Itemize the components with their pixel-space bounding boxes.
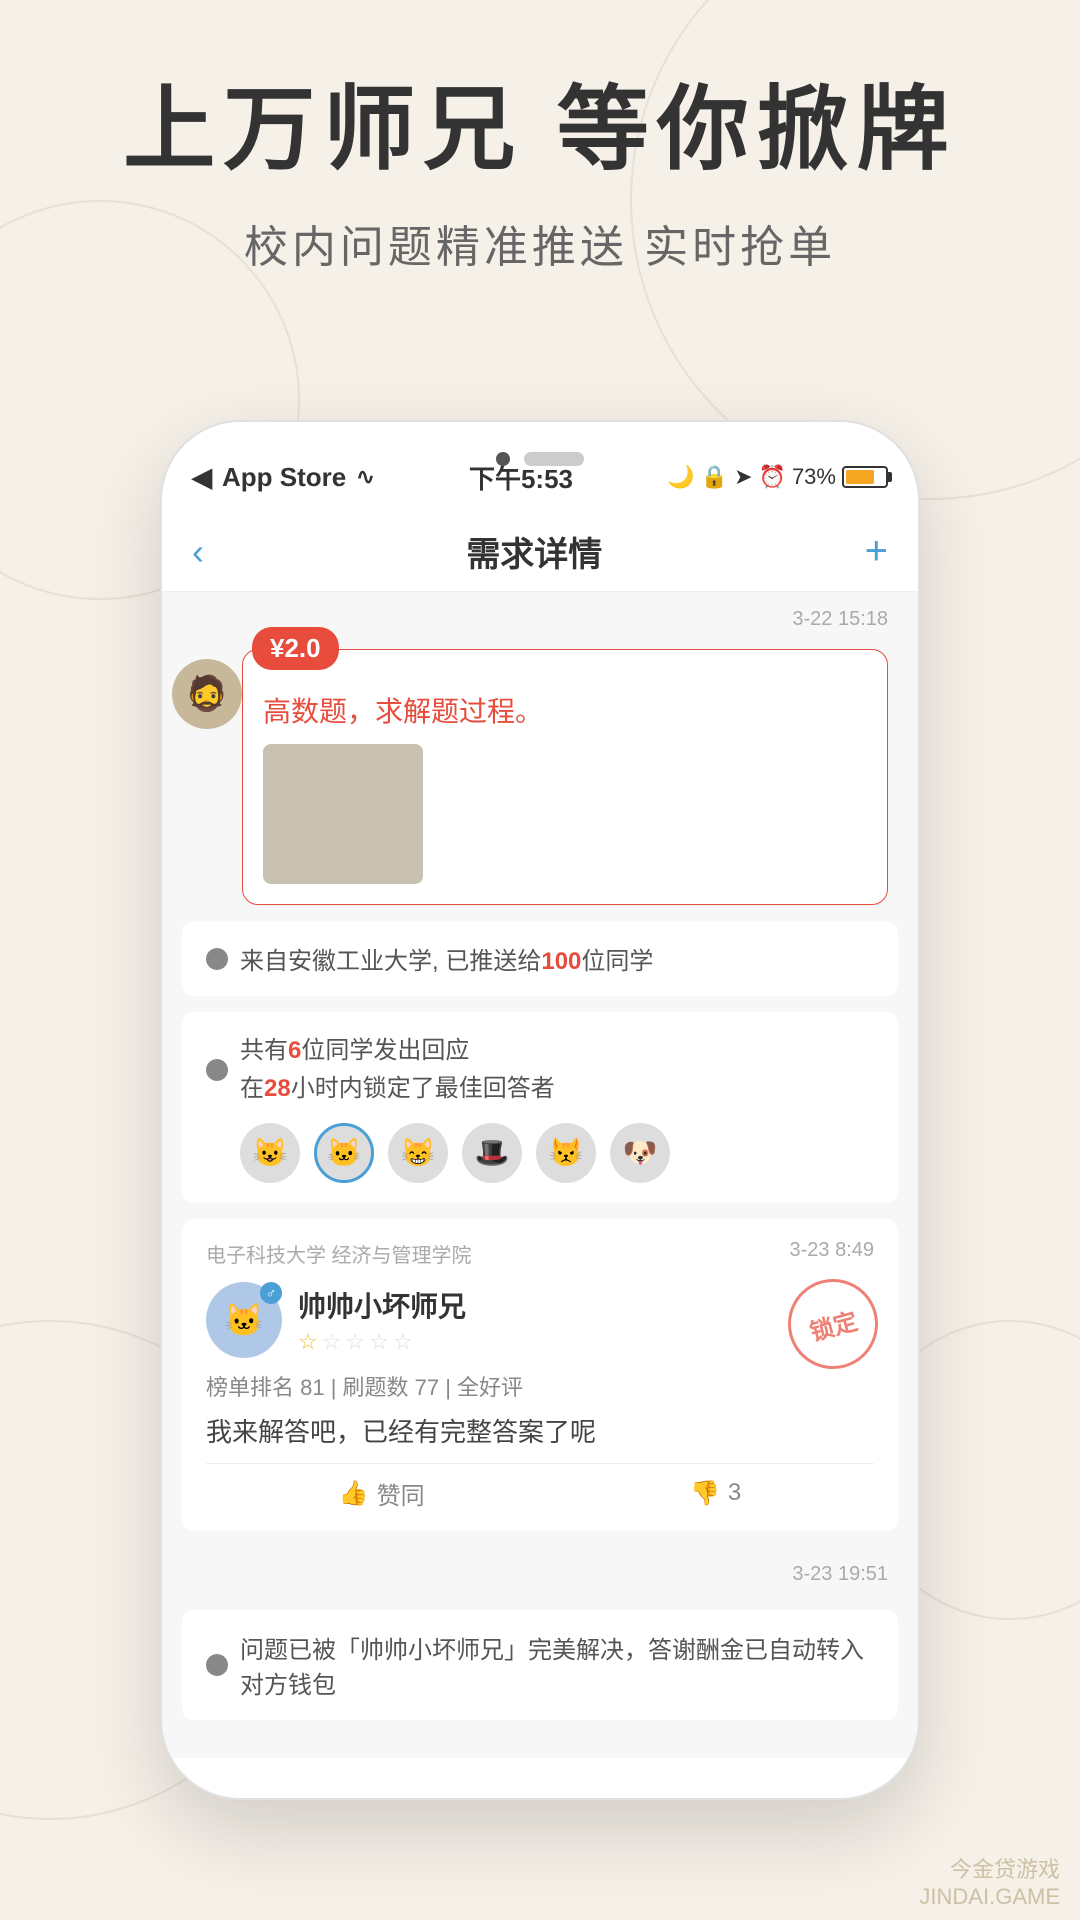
reply-school-time: 电子科技大学 经济与管理学院 3-23 8:49 (206, 1239, 874, 1268)
back-button[interactable]: ‹ (192, 531, 204, 573)
nav-title: 需求详情 (466, 527, 602, 576)
watermark-line1: 今金贷游戏 (919, 1852, 1060, 1884)
thumbs-up-icon: 👍 (339, 1479, 369, 1508)
add-button[interactable]: + (865, 529, 888, 574)
highlight-6: 6 (288, 1037, 301, 1064)
info-text-1: 来自安徽工业大学, 已推送给100位同学 (240, 941, 653, 976)
question-image (263, 744, 423, 884)
reply-card: 电子科技大学 经济与管理学院 3-23 8:49 🐱 ♂ 帅帅小坏师兄 ☆ ☆ … (182, 1219, 898, 1531)
wifi-icon: ∿ (356, 464, 374, 490)
lock-icon: 🔒 (701, 464, 728, 490)
reply-user-row: 🐱 ♂ 帅帅小坏师兄 ☆ ☆ ☆ ☆ ☆ (206, 1282, 874, 1358)
highlight-28: 28 (264, 1075, 291, 1102)
disapprove-button[interactable]: 👎 3 (690, 1476, 741, 1511)
question-text: 高数题，求解题过程。 (263, 690, 867, 730)
header-section: 上万师兄 等你掀牌 校内问题精准推送 实时抢单 (0, 80, 1080, 275)
approve-button[interactable]: 👍 赞同 (339, 1476, 425, 1511)
back-arrow-small: ◀ (192, 462, 212, 493)
response-text: 共有6位同学发出回应 在28小时内锁定了最佳回答者 (240, 1032, 555, 1109)
watermark-line2: JINDAI.GAME (919, 1884, 1060, 1910)
info-row-1: 来自安徽工业大学, 已推送给100位同学 (182, 921, 898, 996)
reply-name: 帅帅小坏师兄 (298, 1285, 466, 1325)
sub-title: 校内问题精准推送 实时抢单 (0, 211, 1080, 275)
timeline-dot-1 (206, 948, 228, 970)
location-icon: ➤ (734, 464, 752, 490)
main-title: 上万师兄 等你掀牌 (0, 80, 1080, 181)
mini-avatar-4: 🎩 (462, 1123, 522, 1183)
clock-icon: ⏰ (759, 464, 786, 490)
reply-avatar: 🐱 ♂ (206, 1282, 282, 1358)
reply-time: 3-23 8:49 (789, 1239, 874, 1268)
reply-user-info: 帅帅小坏师兄 ☆ ☆ ☆ ☆ ☆ (298, 1285, 466, 1355)
reply-school: 电子科技大学 经济与管理学院 (206, 1239, 472, 1268)
mini-avatar-3: 😸 (388, 1123, 448, 1183)
dot-1 (496, 452, 510, 466)
question-card: 高数题，求解题过程。 (242, 649, 888, 905)
battery-icon (842, 466, 888, 488)
final-message: 问题已被「帅帅小坏师兄」完美解决，答谢酬金已自动转入对方钱包 (182, 1610, 898, 1720)
timeline-dot-3 (206, 1654, 228, 1676)
mini-avatar-1: 😺 (240, 1123, 300, 1183)
gender-badge: ♂ (260, 1282, 282, 1304)
pagination (496, 452, 584, 466)
star-4: ☆ (369, 1329, 389, 1355)
stars: ☆ ☆ ☆ ☆ ☆ (298, 1329, 466, 1355)
approve-label: 赞同 (377, 1476, 425, 1511)
response-info: 共有6位同学发出回应 在28小时内锁定了最佳回答者 (206, 1032, 874, 1109)
content-area: 3-22 15:18 🧔 ¥2.0 高数题，求解题过程。 来自安 (162, 592, 918, 1758)
phone-mockup: ◀ App Store ∿ 下午5:53 🌙 🔒 ➤ ⏰ 73% ‹ 需求详情 … (160, 420, 920, 1800)
watermark: 今金贷游戏 JINDAI.GAME (919, 1852, 1060, 1910)
final-timestamp: 3-23 19:51 (162, 1547, 918, 1594)
mini-avatar-5: 😾 (536, 1123, 596, 1183)
battery-percent: 73% (792, 464, 836, 490)
disapprove-count: 3 (728, 1479, 741, 1507)
status-left: ◀ App Store ∿ (192, 462, 375, 493)
reply-stats: 榜单排名 81 | 刷题数 77 | 全好评 (206, 1370, 874, 1402)
final-text: 问题已被「帅帅小坏师兄」完美解决，答谢酬金已自动转入对方钱包 (240, 1630, 874, 1700)
reply-actions: 👍 赞同 👎 3 (206, 1463, 874, 1511)
moon-icon: 🌙 (667, 464, 694, 490)
star-3: ☆ (345, 1329, 365, 1355)
star-1: ☆ (298, 1329, 318, 1355)
mini-avatar-6: 🐶 (610, 1123, 670, 1183)
reply-content: 我来解答吧，已经有完整答案了呢 (206, 1412, 874, 1449)
avatars-row: 😺 🐱 😸 🎩 😾 🐶 (240, 1123, 874, 1183)
question-avatar: 🧔 (172, 659, 242, 729)
timeline-dot-2 (206, 1059, 228, 1081)
thumbs-down-icon: 👎 (690, 1479, 720, 1508)
question-section: 🧔 ¥2.0 高数题，求解题过程。 (242, 649, 888, 905)
nav-bar: ‹ 需求详情 + (162, 512, 918, 592)
status-right: 🌙 🔒 ➤ ⏰ 73% (667, 464, 888, 490)
response-section: 共有6位同学发出回应 在28小时内锁定了最佳回答者 😺 🐱 😸 🎩 😾 🐶 (182, 1012, 898, 1203)
highlight-100: 100 (541, 948, 581, 975)
mini-avatar-2: 🐱 (314, 1123, 374, 1183)
star-5: ☆ (393, 1329, 413, 1355)
battery-fill (846, 470, 875, 484)
dot-2 (524, 452, 584, 466)
price-badge: ¥2.0 (252, 627, 339, 670)
star-2: ☆ (322, 1329, 342, 1355)
app-store-label: App Store (222, 462, 346, 493)
